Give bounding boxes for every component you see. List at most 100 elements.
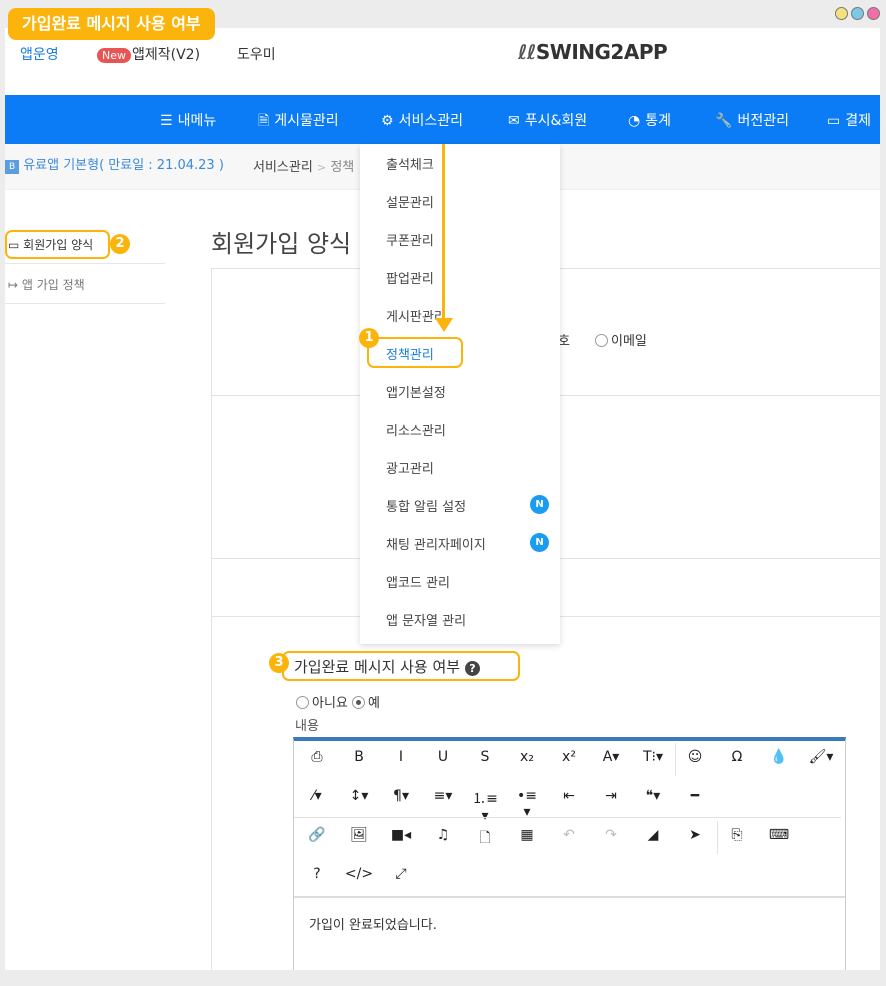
menu-item-resources[interactable]: 리소스관리 xyxy=(386,420,446,439)
radio-label: 이메일 xyxy=(611,334,647,349)
radio-email[interactable]: 이메일 xyxy=(595,330,647,349)
radio-no[interactable] xyxy=(296,696,309,709)
nav-app-operation[interactable]: 앱운영 xyxy=(20,44,59,64)
nav-payment[interactable]: ▭결제 xyxy=(827,110,871,130)
overlay-title-badge: 가입완료 메시지 사용 여부 xyxy=(8,8,215,40)
nav-push-members[interactable]: ✉ 푸시&회원 xyxy=(508,110,587,130)
menu-item-app-code[interactable]: 앱코드 관리 xyxy=(386,572,450,591)
quote-icon[interactable]: ❝▾ xyxy=(638,788,668,804)
window-dot-blue[interactable] xyxy=(851,7,864,20)
editor-content[interactable]: 가입이 완료되었습니다. xyxy=(294,896,845,970)
new-indicator: N xyxy=(530,495,549,514)
sidebar-item-signup-policy[interactable]: ↦ 앱 가입 정책 xyxy=(5,266,165,304)
nav-my-menu[interactable]: ☰내메뉴 xyxy=(160,110,216,130)
menu-item-survey[interactable]: 설문관리 xyxy=(386,192,434,211)
indent-icon[interactable]: ⇥ xyxy=(596,788,626,804)
radio-label: 예 xyxy=(368,696,380,711)
section-title: 가입완료 메시지 사용 여부 ? xyxy=(294,656,480,677)
menu-item-attendance[interactable]: 출석체크 xyxy=(386,154,434,173)
highlight-signup-form xyxy=(5,230,110,259)
gear-icon: ⚙ xyxy=(381,113,394,129)
nav-help[interactable]: 도우미 xyxy=(237,44,276,64)
select-icon[interactable]: ➤ xyxy=(680,827,710,843)
nav-version[interactable]: 🔧 버전관리 xyxy=(715,110,789,130)
radio-yes[interactable] xyxy=(352,696,365,709)
eraser-icon[interactable]: ◢ xyxy=(638,827,668,843)
fullscreen-icon[interactable]: ⤢ xyxy=(386,866,416,882)
strikethrough-icon[interactable]: S xyxy=(470,749,500,765)
undo-icon[interactable]: ↶ xyxy=(554,827,584,843)
menu-item-ads[interactable]: 광고관리 xyxy=(386,458,434,477)
outdent-icon[interactable]: ⇤ xyxy=(554,788,584,804)
menu-icon: ☰ xyxy=(160,113,173,129)
rich-text-editor: ⎙ BIUSx₂ x² A▾ T⁝▾ ☺ Ω 💧 🖌▾ ⁄▾ ↕▾ ¶▾ ≡▾ ⒈≡ ▾ •≡ ▾ ⇤ ⇥ ❝▾ ━… xyxy=(293,737,846,970)
nav-label: 통계 xyxy=(645,113,671,129)
plan-info: B유료앱 기본형( 만료일 : 21.04.23 ) xyxy=(5,154,224,173)
superscript-icon[interactable]: x² xyxy=(554,749,584,765)
unordered-list-icon[interactable]: •≡ ▾ xyxy=(512,788,542,820)
nav-stats[interactable]: ◔ 통계 xyxy=(628,110,671,130)
audio-icon[interactable]: ♫ xyxy=(428,827,458,843)
plan-text: 유료앱 기본형( 만료일 : 21.04.23 ) xyxy=(23,158,224,173)
underline-icon[interactable]: U xyxy=(428,749,458,765)
menu-item-notifications[interactable]: 통합 알림 설정 xyxy=(386,496,466,515)
color-fill-icon[interactable]: 💧 xyxy=(764,749,794,765)
document-icon: 🗎 xyxy=(258,113,269,129)
bold-icon[interactable]: B xyxy=(344,749,374,765)
help-icon[interactable]: ? xyxy=(465,661,480,676)
redo-icon[interactable]: ↷ xyxy=(596,827,626,843)
brush-icon[interactable]: 🖌▾ xyxy=(806,749,836,765)
nav-service[interactable]: ⚙ 서비스관리 xyxy=(381,110,463,130)
content-label: 내용 xyxy=(295,715,319,734)
nav-app-build-label: 앱제작(V2) xyxy=(132,47,200,63)
special-char-icon[interactable]: Ω xyxy=(722,749,752,765)
nav-app-build[interactable]: New앱제작(V2) xyxy=(97,44,200,64)
line-height-icon[interactable]: ↕▾ xyxy=(344,788,374,804)
help-icon[interactable]: ? xyxy=(302,866,332,882)
table-icon[interactable]: ▦ xyxy=(512,827,542,843)
print-icon[interactable]: ⎙ xyxy=(302,749,332,765)
menu-item-coupon[interactable]: 쿠폰관리 xyxy=(386,230,434,249)
radio-button[interactable] xyxy=(595,334,608,347)
nav-posts[interactable]: 🗎게시물관리 xyxy=(258,110,339,134)
ordered-list-icon[interactable]: ⒈≡ ▾ xyxy=(470,788,500,824)
new-indicator: N xyxy=(530,533,549,552)
toolbar-separator xyxy=(717,821,718,854)
horizontal-rule-icon[interactable]: ━ xyxy=(680,788,710,804)
toolbar-separator xyxy=(675,743,676,776)
menu-item-chat-admin[interactable]: 채팅 관리자페이지 xyxy=(386,534,486,553)
align-icon[interactable]: ≡▾ xyxy=(428,788,458,804)
pie-chart-icon: ◔ xyxy=(628,113,640,129)
video-icon[interactable]: ■◂ xyxy=(386,827,416,843)
nav-label: 서비스관리 xyxy=(399,113,463,129)
pdf-icon[interactable]: ⎘ xyxy=(722,827,752,843)
menu-item-app-strings[interactable]: 앱 문자열 관리 xyxy=(386,610,466,629)
window-dot-yellow[interactable] xyxy=(835,7,848,20)
link-icon[interactable]: 🔗 xyxy=(302,827,332,843)
magic-wand-icon[interactable]: ⁄▾ xyxy=(302,788,332,804)
wrench-icon: 🔧 xyxy=(715,113,732,129)
nav-label: 푸시&회원 xyxy=(525,113,587,129)
window-dot-pink[interactable] xyxy=(867,7,880,20)
menu-item-app-settings[interactable]: 앱기본설정 xyxy=(386,382,446,401)
new-badge: New xyxy=(97,48,131,63)
breadcrumb-policy[interactable]: 정책 xyxy=(330,160,354,175)
emoji-icon[interactable]: ☺ xyxy=(680,749,710,765)
image-icon[interactable]: 🖼 xyxy=(344,827,374,843)
menu-item-popup[interactable]: 팝업관리 xyxy=(386,268,434,287)
page: 앱운영 New앱제작(V2) 도우미 ℓℓSWING2APP ▼ ☰내메뉴 🗎게… xyxy=(5,28,880,970)
paragraph-icon[interactable]: ¶▾ xyxy=(386,788,416,804)
code-view-icon[interactable]: </> xyxy=(344,866,374,882)
italic-icon[interactable]: I xyxy=(386,749,416,765)
breadcrumb-service[interactable]: 서비스관리 xyxy=(253,160,313,175)
section-title-text: 가입완료 메시지 사용 여부 xyxy=(294,658,460,676)
subscript-icon[interactable]: x₂ xyxy=(512,749,542,765)
keyboard-icon[interactable]: ⌨ xyxy=(764,827,794,843)
main-nav: ▼ ☰내메뉴 🗎게시물관리 ⚙서비스관리 ✉푸시&회원 ◔통계 🔧버전관리 ▭결… xyxy=(5,95,880,144)
font-color-icon[interactable]: A▾ xyxy=(596,749,626,765)
file-icon[interactable]: 🗋 xyxy=(470,827,500,851)
nav-label: 버전관리 xyxy=(737,113,789,129)
logo[interactable]: ℓℓSWING2APP xyxy=(518,40,667,64)
mail-icon: ✉ xyxy=(508,113,520,129)
font-size-icon[interactable]: T⁝▾ xyxy=(638,749,668,765)
